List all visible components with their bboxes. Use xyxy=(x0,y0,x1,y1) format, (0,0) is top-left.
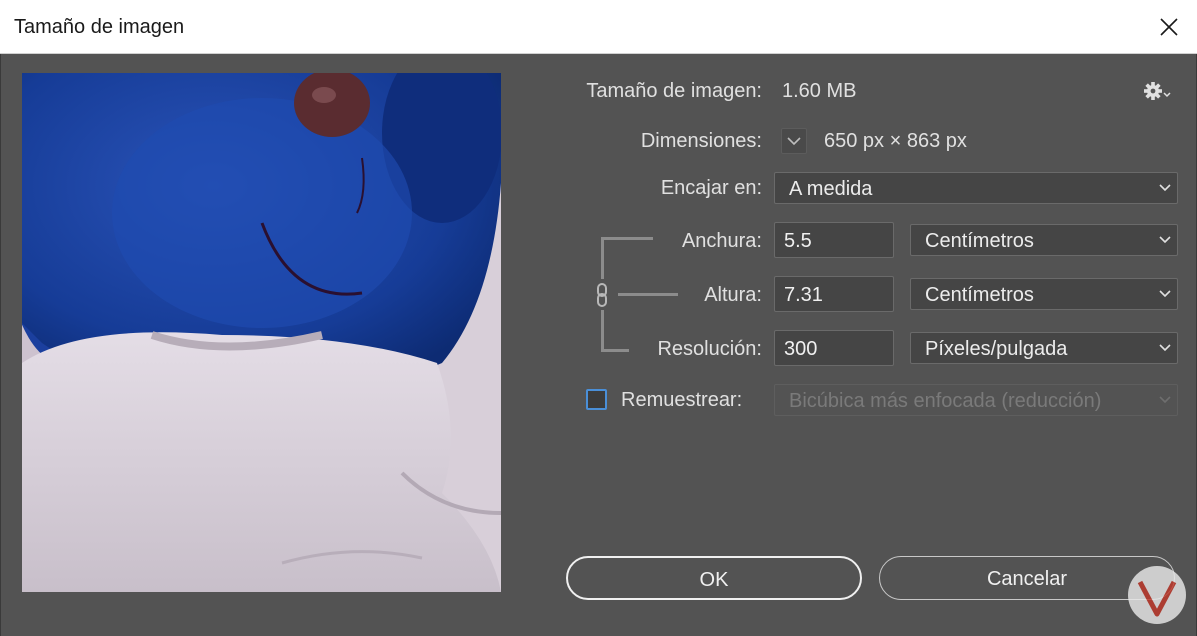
resample-label: Remuestrear: xyxy=(621,389,743,411)
image-size-label: Tamaño de imagen: xyxy=(586,80,762,102)
fit-to-value: A medida xyxy=(789,178,873,200)
chevron-down-icon xyxy=(1159,396,1171,404)
settings-button[interactable] xyxy=(1143,80,1171,102)
resample-method-value: Bicúbica más enfocada (reducción) xyxy=(789,390,1102,412)
width-value: 5.5 xyxy=(784,230,812,252)
dimensions-label: Dimensiones: xyxy=(640,130,762,152)
fit-to-label: Encajar en: xyxy=(660,177,762,199)
resample-checkbox[interactable] xyxy=(586,389,607,410)
resolution-unit-select[interactable]: Píxeles/pulgada xyxy=(910,332,1178,364)
window-title: Tamaño de imagen xyxy=(14,16,185,38)
chain-link-icon xyxy=(597,283,607,307)
resolution-value: 300 xyxy=(784,338,818,360)
gear-icon xyxy=(1144,82,1171,100)
height-input[interactable]: 7.31 xyxy=(774,276,894,312)
width-input[interactable]: 5.5 xyxy=(774,222,894,258)
fit-to-select[interactable]: A medida xyxy=(774,172,1178,204)
image-size-value: 1.60 MB xyxy=(782,80,857,102)
image-preview[interactable] xyxy=(22,73,501,592)
height-unit-select[interactable]: Centímetros xyxy=(910,278,1178,310)
chevron-down-icon xyxy=(1159,236,1171,244)
height-unit-value: Centímetros xyxy=(925,284,1034,306)
width-unit-value: Centímetros xyxy=(925,230,1034,252)
chevron-down-icon xyxy=(787,137,801,146)
dimensions-unit-toggle[interactable] xyxy=(781,128,807,154)
height-value: 7.31 xyxy=(784,284,823,306)
ok-button[interactable]: OK xyxy=(566,556,862,600)
constraint-bracket xyxy=(601,237,604,279)
chevron-down-icon xyxy=(1159,290,1171,298)
title-bar: Tamaño de imagen xyxy=(0,0,1197,54)
resolution-input[interactable]: 300 xyxy=(774,330,894,366)
close-icon xyxy=(1160,18,1178,36)
watermark-logo xyxy=(1128,566,1186,624)
logo-icon xyxy=(1137,580,1177,617)
chevron-down-icon xyxy=(1159,344,1171,352)
height-label: Altura: xyxy=(704,284,762,306)
constrain-proportions-button[interactable] xyxy=(594,283,612,307)
chevron-down-icon xyxy=(1159,184,1171,192)
close-button[interactable] xyxy=(1141,0,1197,54)
teddy-bear-photo xyxy=(22,73,501,592)
resolution-label: Resolución: xyxy=(657,338,762,360)
dimensions-value: 650 px × 863 px xyxy=(824,130,967,152)
width-unit-select[interactable]: Centímetros xyxy=(910,224,1178,256)
resolution-unit-value: Píxeles/pulgada xyxy=(925,338,1068,360)
resample-method-select[interactable]: Bicúbica más enfocada (reducción) xyxy=(774,384,1178,416)
width-label: Anchura: xyxy=(681,230,762,252)
constraint-bracket xyxy=(601,310,604,352)
ok-button-label: OK xyxy=(699,569,729,591)
